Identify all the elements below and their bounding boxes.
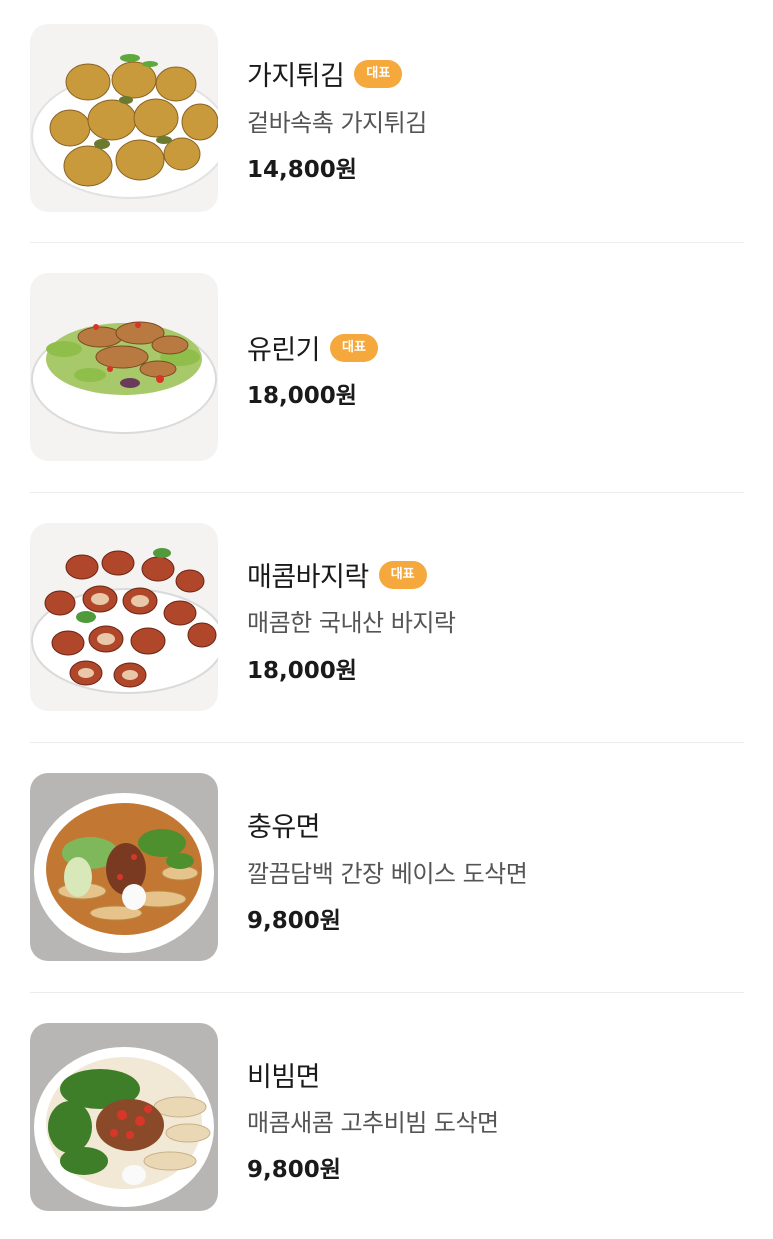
menu-list: 가지튀김 대표 겉바속촉 가지튀김 14,800원 유린기 대표 18,000원… <box>0 0 773 1239</box>
soy-sauce-knife-cut-noodle-soup-photo <box>30 773 218 961</box>
menu-item-info: 가지튀김 대표 겉바속촉 가지튀김 14,800원 <box>247 24 744 212</box>
name-row: 충유면 <box>247 805 321 844</box>
signature-badge: 대표 <box>354 59 403 88</box>
menu-item-name: 충유면 <box>247 812 321 843</box>
yuringi-fried-chicken-salad-photo <box>30 273 218 461</box>
menu-item-eggplant[interactable]: 가지튀김 대표 겉바속촉 가지튀김 14,800원 <box>30 24 744 212</box>
menu-item-name: 비빔면 <box>247 1062 321 1093</box>
divider <box>30 992 744 993</box>
menu-item-price: 9,800원 <box>247 1157 341 1183</box>
menu-item-info: 유린기 대표 18,000원 <box>247 273 744 461</box>
divider <box>30 242 744 243</box>
menu-item-name: 가지튀김 <box>247 61 345 92</box>
menu-item-description: 매콤새콤 고추비빔 도삭면 <box>247 1109 499 1137</box>
menu-item-spicy-clams[interactable]: 매콤바지락 대표 매콤한 국내산 바지락 18,000원 <box>30 523 744 711</box>
divider <box>30 742 744 743</box>
menu-item-description: 깔끔담백 간장 베이스 도삭면 <box>247 860 528 888</box>
menu-item-price: 9,800원 <box>247 908 341 934</box>
menu-item-price: 18,000원 <box>247 658 357 684</box>
signature-badge: 대표 <box>330 333 378 362</box>
name-row: 유린기 대표 <box>247 328 378 367</box>
signature-badge: 대표 <box>378 560 427 589</box>
menu-item-description: 매콤한 국내산 바지락 <box>247 609 456 637</box>
menu-item-bibim-noodles[interactable]: 비빔면 매콤새콤 고추비빔 도삭면 9,800원 <box>30 1023 744 1211</box>
menu-item-description: 겉바속촉 가지튀김 <box>247 109 427 137</box>
spicy-clams-photo <box>30 523 218 711</box>
menu-item-yuringi[interactable]: 유린기 대표 18,000원 <box>30 273 744 461</box>
menu-item-price: 18,000원 <box>247 383 357 409</box>
spicy-bibim-knife-cut-noodles-photo <box>30 1023 218 1211</box>
menu-item-info: 충유면 깔끔담백 간장 베이스 도삭면 9,800원 <box>247 773 744 961</box>
fried-eggplant-photo <box>30 24 218 212</box>
name-row: 매콤바지락 대표 <box>247 555 427 594</box>
menu-item-price: 14,800원 <box>247 157 357 183</box>
menu-item-info: 매콤바지락 대표 매콤한 국내산 바지락 18,000원 <box>247 523 744 711</box>
menu-item-name: 매콤바지락 <box>247 562 369 593</box>
divider <box>30 492 744 493</box>
menu-item-name: 유린기 <box>247 335 321 366</box>
menu-item-soy-noodles[interactable]: 충유면 깔끔담백 간장 베이스 도삭면 9,800원 <box>30 773 744 961</box>
name-row: 가지튀김 대표 <box>247 54 403 93</box>
name-row: 비빔면 <box>247 1055 321 1094</box>
menu-item-info: 비빔면 매콤새콤 고추비빔 도삭면 9,800원 <box>247 1023 744 1211</box>
